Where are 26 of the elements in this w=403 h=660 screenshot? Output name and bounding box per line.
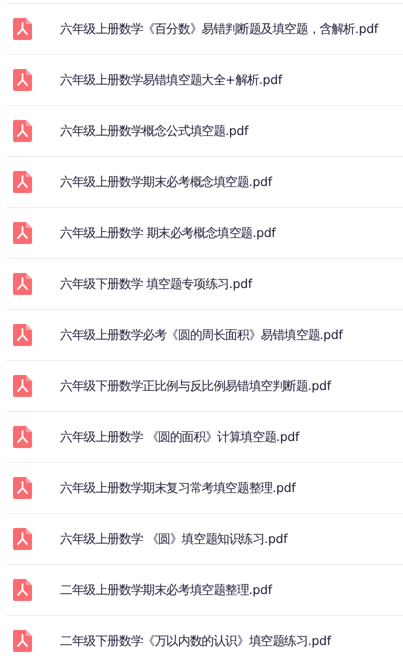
file-name[interactable]: 六年级上册数学必考《圆的周长面积》易错填空题.pdf [60, 326, 343, 344]
file-name[interactable]: 六年级上册数学易错填空题大全+解析.pdf [60, 70, 282, 90]
pdf-file-icon [13, 528, 32, 550]
pdf-file-icon [13, 375, 32, 397]
pdf-file-icon [13, 69, 32, 91]
file-name[interactable]: 六年级上册数学期末复习常考填空题整理.pdf [60, 478, 296, 498]
pdf-file-icon [13, 630, 32, 652]
pdf-file-icon [13, 171, 32, 193]
file-name[interactable]: 六年级上册数学 《圆的面积》计算填空题.pdf [60, 428, 300, 446]
pdf-file-icon [13, 18, 32, 40]
pdf-file-icon [13, 273, 32, 295]
file-name[interactable]: 六年级上册数学期末必考概念填空题.pdf [60, 172, 272, 192]
file-name[interactable]: 六年级上册数学 期末必考概念填空题.pdf [60, 224, 276, 242]
pdf-file-icon [13, 477, 32, 499]
file-name[interactable]: 二年级下册数学《万以内数的认识》填空题练习.pdf [60, 632, 331, 650]
file-name[interactable]: 六年级上册数学 《圆》填空题知识练习.pdf [60, 530, 288, 548]
pdf-file-icon [13, 120, 32, 142]
pdf-file-icon [13, 579, 32, 601]
pdf-file-icon [13, 426, 32, 448]
file-name[interactable]: 二年级上册数学期末必考填空题整理.pdf [60, 580, 272, 600]
file-name[interactable]: 六年级下册数学正比例与反比例易错填空判断题.pdf [60, 376, 331, 396]
file-name[interactable]: 六年级上册数学《百分数》易错判断题及填空题，含解析.pdf [60, 20, 378, 38]
file-name[interactable]: 六年级上册数学概念公式填空题.pdf [60, 122, 248, 140]
file-name[interactable]: 六年级下册数学 填空题专项练习.pdf [60, 274, 252, 294]
pdf-file-icon [13, 324, 32, 346]
pdf-file-icon [13, 222, 32, 244]
